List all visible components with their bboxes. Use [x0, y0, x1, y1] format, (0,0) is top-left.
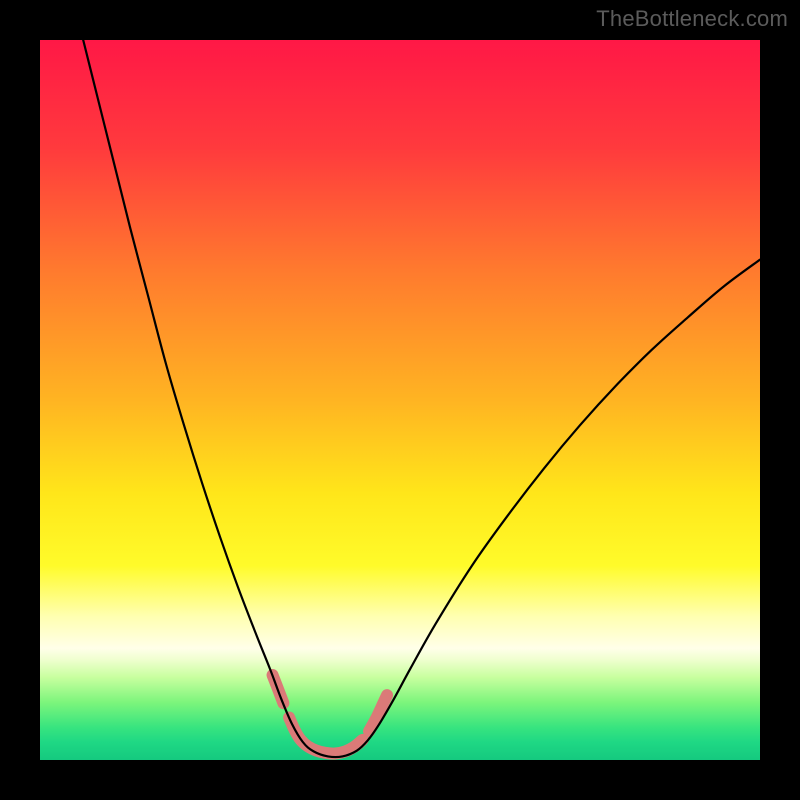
watermark-text: TheBottleneck.com — [596, 6, 788, 32]
chart-frame: TheBottleneck.com — [0, 0, 800, 800]
curve-layer — [40, 40, 760, 760]
plot-area — [40, 40, 760, 760]
marker-strip — [273, 675, 387, 754]
bottleneck-curve — [83, 40, 760, 757]
